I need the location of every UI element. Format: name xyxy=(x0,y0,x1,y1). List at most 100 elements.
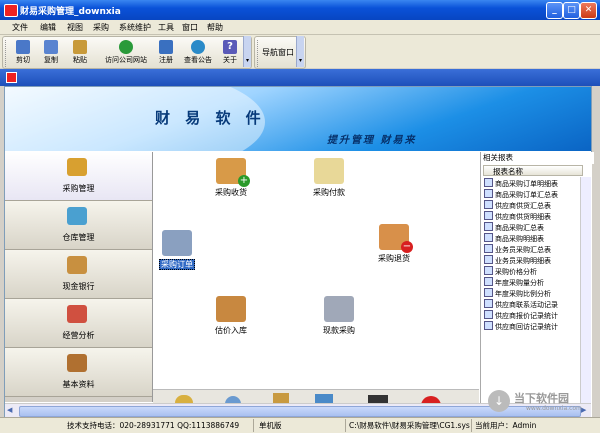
report-item[interactable]: 业务员采购汇总表 xyxy=(484,244,584,255)
edition-label: 单机版 xyxy=(256,419,346,432)
client-area: 财 易 软 件 提升管理 财易来 采购管理 仓库管理 现金银行 经营分析 基本资… xyxy=(4,86,594,419)
return-goods-icon: − xyxy=(379,224,413,253)
menu-edit[interactable]: 编辑 xyxy=(40,22,56,33)
report-item[interactable]: 年度采购量分析 xyxy=(484,277,584,288)
maximize-button[interactable]: □ xyxy=(563,2,580,19)
toolbar-chevron-icon[interactable]: ▾ xyxy=(243,36,251,67)
report-icon xyxy=(484,222,493,231)
banner-title: 财 易 软 件 xyxy=(155,109,266,127)
watermark-text: 当下软件园 xyxy=(514,392,569,405)
report-icon xyxy=(484,255,493,264)
order-icon xyxy=(162,230,192,256)
status-bar: 技术支持电话：020-28931771 QQ:1113886749 单机版 C:… xyxy=(0,417,600,433)
report-item[interactable]: 商品采购明细表 xyxy=(484,233,584,244)
report-icon xyxy=(484,233,493,242)
menu-bar: 文件 编辑 视图 采购 系统维护 工具 窗口 帮助 xyxy=(0,20,600,35)
menu-system[interactable]: 系统维护 xyxy=(119,22,151,33)
child-window-icon[interactable] xyxy=(6,72,17,83)
cut-button[interactable]: 剪切 xyxy=(10,40,36,65)
report-item[interactable]: 供应商供货明细表 xyxy=(484,211,584,222)
report-item[interactable]: 供应商供货汇总表 xyxy=(484,200,584,211)
report-item[interactable]: 年度采购比例分析 xyxy=(484,288,584,299)
nav-toolbar-chevron-icon[interactable]: ▾ xyxy=(296,36,304,67)
current-user: 当前用户：Admin xyxy=(475,421,537,430)
sidebar-item-cash[interactable]: 现金银行 xyxy=(5,250,152,299)
report-item[interactable]: 供应商联系活动记录 xyxy=(484,299,584,310)
report-item[interactable]: 供应商报价记录统计 xyxy=(484,310,584,321)
toolbar: 剪切 复制 粘贴 访问公司网站 注册 查看公告 ? 关于 ▾ 导航窗口 ▾ xyxy=(0,35,600,69)
purchase-order-item[interactable]: 采购订单 xyxy=(157,230,197,270)
estimate-stock-in-item[interactable]: 估价入库 xyxy=(205,296,257,336)
report-icon xyxy=(484,299,493,308)
copy-button[interactable]: 复制 xyxy=(38,40,64,65)
menu-purchase[interactable]: 采购 xyxy=(93,22,109,33)
window-title: 财易采购管理_downxia xyxy=(20,7,121,17)
report-item[interactable]: 商品采购汇总表 xyxy=(484,222,584,233)
report-item[interactable]: 采购价格分析 xyxy=(484,266,584,277)
nav-window-button[interactable]: 导航窗口 xyxy=(262,47,294,58)
data-file-path: C:\财易软件\财易采购管理\CG1.sys xyxy=(346,419,472,432)
sidebar-item-basic-data[interactable]: 基本资料 xyxy=(5,348,152,397)
banner: 财 易 软 件 提升管理 财易来 xyxy=(5,87,591,151)
title-bar: 财易采购管理_downxia _ □ ✕ xyxy=(0,0,600,20)
sidebar-item-warehouse[interactable]: 仓库管理 xyxy=(5,201,152,250)
report-icon xyxy=(484,178,493,187)
report-icon xyxy=(484,288,493,297)
receive-goods-item[interactable]: + 采购收货 xyxy=(205,158,257,198)
sidebar-item-analysis[interactable]: 经营分析 xyxy=(5,299,152,348)
bottom-icon-strip xyxy=(153,389,479,404)
report-icon xyxy=(484,200,493,209)
child-window-caption xyxy=(0,69,600,86)
receive-goods-icon: + xyxy=(216,158,250,187)
menu-view[interactable]: 视图 xyxy=(67,22,83,33)
register-button[interactable]: 注册 xyxy=(153,40,179,65)
report-icon xyxy=(484,211,493,220)
report-icon xyxy=(484,244,493,253)
report-item[interactable]: 供应商回访记录统计 xyxy=(484,321,584,332)
return-goods-item[interactable]: − 采购退货 xyxy=(368,224,420,264)
report-column-header[interactable]: 报表名称 xyxy=(483,165,583,176)
report-icon xyxy=(484,189,493,198)
menu-tools[interactable]: 工具 xyxy=(158,22,174,33)
analysis-icon xyxy=(67,305,87,323)
boxes-icon xyxy=(216,296,246,322)
report-icon xyxy=(484,321,493,330)
report-item[interactable]: 商品采购订单汇总表 xyxy=(484,189,584,200)
cash-icon xyxy=(67,256,87,274)
main-toolbar: 剪切 复制 粘贴 访问公司网站 注册 查看公告 ? 关于 ▾ xyxy=(2,36,252,69)
report-item[interactable]: 商品采购订单明细表 xyxy=(484,178,584,189)
menu-window[interactable]: 窗口 xyxy=(182,22,198,33)
plus-icon: + xyxy=(238,175,250,187)
toolbar-grip[interactable] xyxy=(257,40,261,67)
banner-slogan: 提升管理 财易来 xyxy=(327,135,417,146)
book-icon xyxy=(67,354,87,372)
menu-help[interactable]: 帮助 xyxy=(207,22,223,33)
close-button[interactable]: ✕ xyxy=(580,2,597,19)
menu-file[interactable]: 文件 xyxy=(12,22,28,33)
sidebar-item-purchase[interactable]: 采购管理 xyxy=(5,152,152,201)
help-icon: ? xyxy=(223,40,237,54)
minimize-button[interactable]: _ xyxy=(546,2,563,19)
payment-item[interactable]: 采购付款 xyxy=(303,158,355,198)
scissors-icon xyxy=(16,40,30,54)
toolbar-grip[interactable] xyxy=(5,40,9,67)
visit-website-button[interactable]: 访问公司网站 xyxy=(99,40,153,65)
scroll-left-icon[interactable]: ◀ xyxy=(7,406,12,414)
sidebar: 采购管理 仓库管理 现金银行 经营分析 基本资料 xyxy=(5,152,153,402)
cash-purchase-item[interactable]: 现款采购 xyxy=(313,296,365,336)
app-icon[interactable] xyxy=(4,4,18,17)
register-icon xyxy=(159,40,173,54)
report-panel: 相关报表 报表名称 商品采购订单明细表 商品采购订单汇总表 供应商供货汇总表 供… xyxy=(480,152,594,418)
report-icon xyxy=(484,266,493,275)
report-icon xyxy=(484,277,493,286)
cash-purchase-icon xyxy=(324,296,354,322)
about-button[interactable]: ? 关于 xyxy=(217,40,243,65)
warehouse-icon xyxy=(67,207,87,225)
download-arrow-icon: ↓ xyxy=(488,390,510,412)
truck-icon xyxy=(67,158,87,176)
view-announcement-button[interactable]: 查看公告 xyxy=(181,40,215,65)
report-item[interactable]: 业务员采购明细表 xyxy=(484,255,584,266)
vertical-scrollbar[interactable] xyxy=(580,177,591,418)
globe-icon xyxy=(119,40,133,54)
paste-button[interactable]: 粘贴 xyxy=(67,40,93,65)
